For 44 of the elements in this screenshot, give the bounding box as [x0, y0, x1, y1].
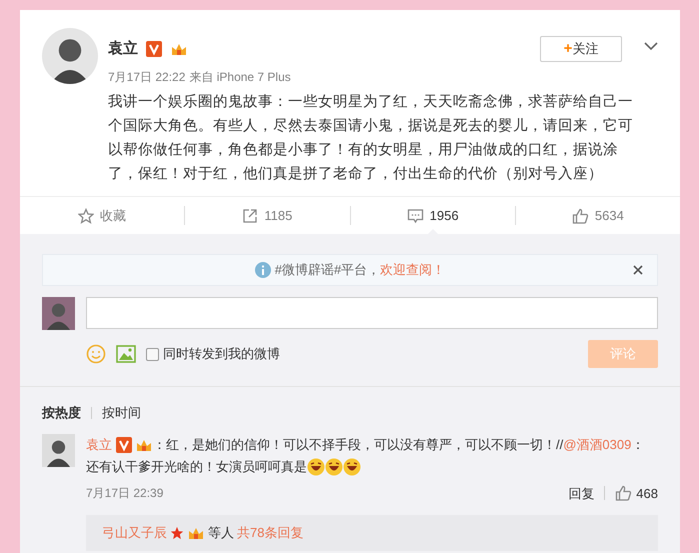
star-badge-icon: [170, 526, 184, 540]
avatar[interactable]: [42, 434, 75, 466]
post-text: 我讲一个娱乐圈的鬼故事：一些女明星为了红，天天吃斋念佛，求菩萨给自己一个国际大角色。有些人，尽然去泰国请小鬼，据说是死去的婴儿，请回来，它可以帮你做任何事，角色都是小事了！有的女明星，用尸油做成的口红，据说涂了，保红！对于红，他们真是拼了老命了，付出生命的代价（别对号入座）: [108, 92, 634, 184]
notice-text: #微博辟谣#平台，: [274, 261, 380, 280]
mention-link[interactable]: @酒酒0309: [563, 434, 632, 456]
comment-text: ：: [631, 436, 644, 454]
image-icon[interactable]: [116, 345, 136, 363]
comment-time: 7月17日 22:39: [86, 485, 164, 502]
post-source: 来自 iPhone 7 Plus: [189, 69, 291, 86]
like-button[interactable]: 468: [615, 484, 658, 503]
replier-name[interactable]: 弓山又子辰: [102, 523, 167, 543]
comment-input[interactable]: [86, 297, 658, 329]
star-icon: [78, 208, 94, 224]
thumbs-up-icon: [572, 208, 589, 224]
sort-tab[interactable]: 按热度: [42, 403, 81, 422]
comment-text: 还有认干爹开光啥的！女演员呵呵真是: [86, 458, 307, 476]
comment-icon: [406, 208, 424, 224]
action-button[interactable]: 1956: [406, 206, 459, 226]
chevron-down-icon[interactable]: [644, 42, 658, 50]
close-icon[interactable]: [633, 265, 643, 275]
verified-badge-icon: [116, 436, 132, 452]
laughing-emoji-icon: [307, 458, 325, 476]
action-button[interactable]: 收藏: [78, 206, 126, 226]
post-time[interactable]: 7月17日 22:22: [108, 68, 186, 86]
follow-button[interactable]: +关注: [540, 36, 622, 62]
replies-link[interactable]: 共78条回复: [237, 523, 304, 543]
info-icon: [254, 262, 271, 278]
repost-checkbox[interactable]: [146, 348, 159, 360]
notice-link[interactable]: 欢迎查阅！: [380, 260, 446, 280]
replies-others: 等人: [208, 524, 234, 542]
action-button[interactable]: 5634: [572, 206, 624, 226]
sort-tab[interactable]: 按时间: [102, 403, 141, 422]
share-icon: [242, 208, 258, 224]
comment-text: ：红，是她们的信仰！可以不择手段，可以没有尊严，可以不顾一切！//: [153, 436, 564, 454]
action-button[interactable]: 1185: [242, 206, 292, 226]
verified-badge-icon: [146, 41, 162, 57]
comment-author[interactable]: 袁立: [86, 434, 112, 456]
laughing-emoji-icon: [325, 458, 343, 476]
thumbs-up-icon: [615, 485, 632, 502]
repost-option-label[interactable]: 同时转发到我的微博: [163, 344, 280, 364]
author-name[interactable]: 袁立: [108, 38, 138, 60]
laughing-emoji-icon: [343, 458, 361, 476]
reply-button[interactable]: 回复: [568, 484, 594, 503]
smiley-icon[interactable]: [86, 344, 106, 364]
